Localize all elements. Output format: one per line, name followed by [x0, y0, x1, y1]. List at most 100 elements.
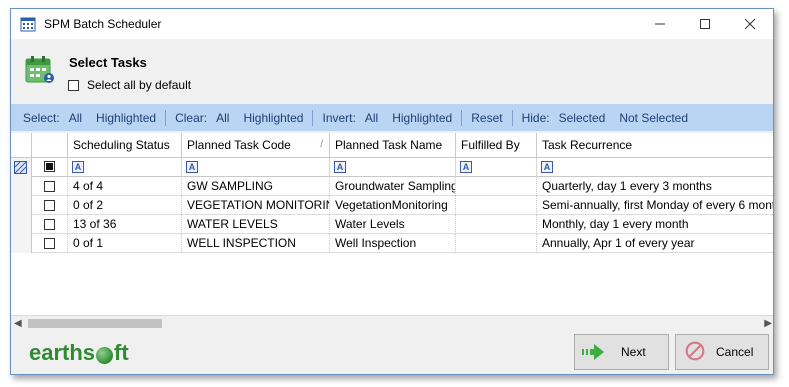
row-checkbox-cell[interactable] — [32, 196, 68, 215]
hide-label: Hide: — [521, 110, 550, 125]
filter-clear-icon — [14, 161, 27, 174]
maximize-icon — [700, 19, 710, 29]
cell-task-recurrence[interactable]: Annually, Apr 1 of every year — [537, 234, 773, 253]
maximize-button[interactable] — [682, 9, 728, 39]
select-all-link[interactable]: All — [69, 111, 82, 125]
row-checkbox[interactable] — [44, 200, 55, 211]
row-checkbox[interactable] — [44, 219, 55, 230]
filter-checkbox-cell[interactable] — [32, 158, 68, 177]
cell-scheduling-status[interactable]: 0 of 2 — [68, 196, 182, 215]
select-all-checkbox[interactable] — [68, 79, 79, 91]
close-button[interactable] — [727, 9, 773, 39]
hide-not-selected-link[interactable]: Not Selected — [619, 111, 688, 125]
filter-cell-planned-task-code[interactable]: A — [182, 158, 330, 177]
cell-planned-task-name[interactable]: VegetationMonitoring — [330, 196, 456, 215]
cell-planned-task-code[interactable]: WATER LEVELS — [182, 215, 330, 234]
cell-planned-task-name[interactable]: Well Inspection — [330, 234, 456, 253]
row-checkbox[interactable] — [44, 181, 55, 192]
cell-fulfilled-by[interactable] — [456, 177, 537, 196]
cancel-button[interactable]: Cancel — [675, 334, 769, 370]
cell-planned-task-name[interactable]: Groundwater Sampling — [330, 177, 456, 196]
cell-planned-task-code[interactable]: WELL INSPECTION — [182, 234, 330, 253]
row-checkbox-cell[interactable] — [32, 215, 68, 234]
filter-checkbox[interactable] — [44, 161, 55, 172]
row-checkbox-cell[interactable] — [32, 234, 68, 253]
cell-fulfilled-by[interactable] — [456, 215, 537, 234]
filter-cell-fulfilled-by[interactable]: A — [456, 158, 537, 177]
reset-link[interactable]: Reset — [471, 111, 502, 125]
cancel-button-label: Cancel — [716, 345, 754, 359]
text-filter-icon: A — [186, 161, 198, 173]
logo-text-left: earths — [29, 340, 96, 365]
toolbar-divider — [165, 109, 167, 126]
text-filter-icon: A — [334, 161, 346, 173]
filter-cell-planned-task-name[interactable]: A — [330, 158, 456, 177]
cell-planned-task-code[interactable]: VEGETATION MONITORING — [182, 196, 330, 215]
row-header[interactable] — [11, 177, 32, 196]
footer-panel: earths ft Next Cancel — [11, 330, 773, 374]
row-header[interactable] — [11, 234, 32, 253]
scroll-right-icon[interactable]: ▶ — [764, 316, 772, 331]
earthsoft-logo: earths ft — [29, 340, 129, 366]
tasks-grid[interactable]: Scheduling Status Planned Task Code / Pl… — [11, 133, 773, 315]
invert-label: Invert: — [322, 110, 356, 125]
next-button[interactable]: Next — [574, 334, 669, 370]
cell-scheduling-status[interactable]: 13 of 36 — [68, 215, 182, 234]
cell-scheduling-status[interactable]: 0 of 1 — [68, 234, 182, 253]
clear-all-link[interactable]: All — [216, 111, 229, 125]
row-header-corner — [11, 133, 32, 158]
reset-group: Reset — [471, 104, 502, 131]
minimize-button[interactable] — [637, 9, 683, 39]
cell-scheduling-status[interactable]: 4 of 4 — [68, 177, 182, 196]
task-calendar-icon — [25, 56, 54, 83]
column-header-task-recurrence[interactable]: Task Recurrence — [537, 133, 773, 158]
close-icon — [744, 18, 756, 30]
select-highlighted-link[interactable]: Highlighted — [96, 111, 156, 125]
select-all-option[interactable]: Select all by default — [68, 78, 191, 92]
column-header-scheduling-status[interactable]: Scheduling Status — [68, 133, 182, 158]
filter-cell-scheduling-status[interactable]: A — [68, 158, 182, 177]
cell-task-recurrence[interactable]: Quarterly, day 1 every 3 months — [537, 177, 773, 196]
row-header[interactable] — [11, 215, 32, 234]
clear-highlighted-link[interactable]: Highlighted — [243, 111, 303, 125]
toolbar-divider — [511, 109, 513, 126]
filter-cell-task-recurrence[interactable]: A — [537, 158, 773, 177]
cell-task-recurrence[interactable]: Monthly, day 1 every month — [537, 215, 773, 234]
grid-header-row: Scheduling Status Planned Task Code / Pl… — [11, 133, 773, 158]
row-header[interactable] — [11, 196, 32, 215]
scroll-thumb[interactable] — [28, 319, 162, 328]
hide-selected-link[interactable]: Selected — [559, 111, 606, 125]
text-filter-icon: A — [460, 161, 472, 173]
table-row[interactable]: 4 of 4 GW SAMPLING Groundwater Sampling Qua… — [11, 177, 773, 196]
toolbar-divider — [312, 109, 314, 126]
table-row[interactable]: 0 of 1 WELL INSPECTION Well Inspection Annu… — [11, 234, 773, 253]
text-filter-icon: A — [541, 161, 553, 173]
scroll-left-icon[interactable]: ◀ — [14, 316, 22, 331]
column-header-fulfilled-by[interactable]: Fulfilled By — [456, 133, 537, 158]
select-all-label: Select all by default — [87, 78, 192, 92]
toolbar-divider — [461, 109, 463, 126]
row-checkbox-cell[interactable] — [32, 177, 68, 196]
filter-row-header[interactable] — [11, 158, 32, 177]
column-header-planned-task-code[interactable]: Planned Task Code / — [182, 133, 330, 158]
logo-text-right: ft — [114, 340, 129, 365]
cell-fulfilled-by[interactable] — [456, 196, 537, 215]
invert-all-link[interactable]: All — [365, 111, 378, 125]
cell-task-recurrence[interactable]: Semi-annually, first Monday of every 6 m… — [537, 196, 773, 215]
invert-highlighted-link[interactable]: Highlighted — [392, 111, 452, 125]
indeterminate-mark — [46, 163, 53, 170]
clear-group: Clear: All Highlighted — [175, 104, 303, 131]
horizontal-scrollbar[interactable]: ◀ ▶ — [11, 315, 773, 331]
table-row[interactable]: 0 of 2 VEGETATION MONITORING VegetationMon… — [11, 196, 773, 215]
cell-planned-task-code[interactable]: GW SAMPLING — [182, 177, 330, 196]
select-label: Select: — [23, 110, 60, 125]
app-calendar-icon — [20, 17, 36, 32]
cell-planned-task-name[interactable]: Water Levels — [330, 215, 456, 234]
sort-icon: / — [320, 139, 323, 150]
select-group: Select: All Highlighted — [23, 104, 156, 131]
row-checkbox[interactable] — [44, 238, 55, 249]
cell-fulfilled-by[interactable] — [456, 234, 537, 253]
hide-group: Hide: Selected Not Selected — [522, 104, 688, 131]
table-row[interactable]: 13 of 36 WATER LEVELS Water Levels Monthly,… — [11, 215, 773, 234]
column-header-planned-task-name[interactable]: Planned Task Name — [330, 133, 456, 158]
